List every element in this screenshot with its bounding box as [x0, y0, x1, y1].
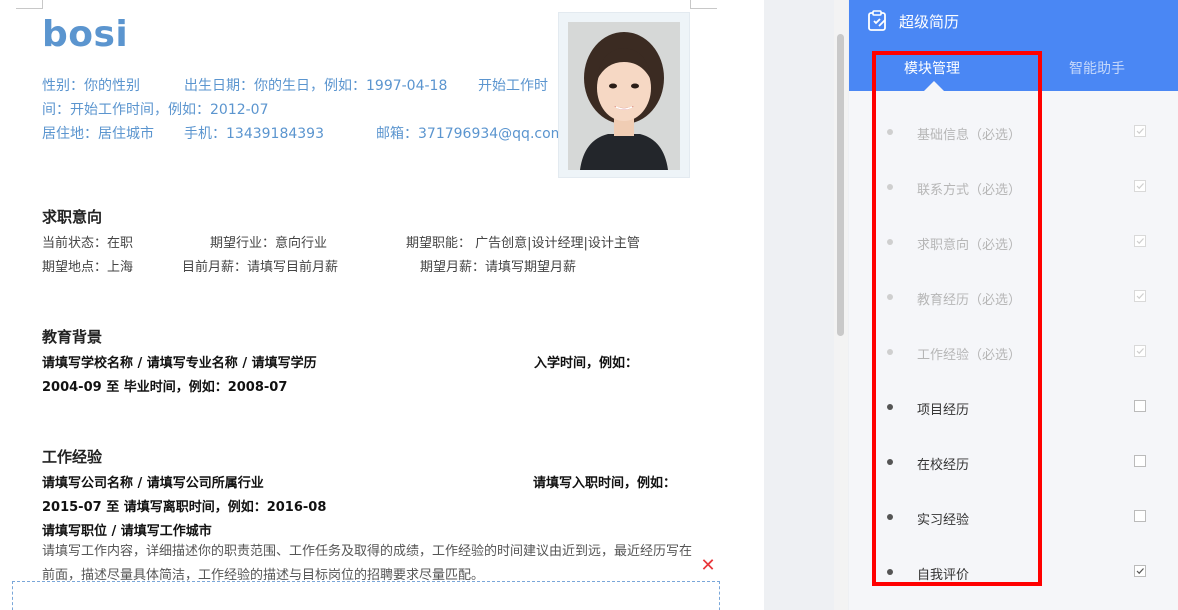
active-tab-indicator: [924, 81, 944, 91]
module-label: 求职意向（必选）: [917, 238, 1022, 253]
module-checkbox-checked-disabled[interactable]: [1134, 180, 1146, 192]
module-label: 联系方式（必选）: [917, 183, 1022, 198]
module-checkbox-unchecked[interactable]: [1134, 510, 1146, 522]
module-checkbox-checked-disabled[interactable]: [1134, 345, 1146, 357]
module-label: 实习经验: [917, 513, 970, 528]
module-item-work-experience[interactable]: 工作经验（必选）: [849, 333, 1178, 373]
module-edit-outline: [12, 581, 720, 610]
super-resume-panel: 超级简历 模块管理 智能助手 基础信息（必选） 联系方式（必选） 求职意向（必选…: [849, 0, 1178, 610]
module-checkbox-checked-disabled[interactable]: [1134, 290, 1146, 302]
expected-function-field[interactable]: 期望职能： 广告创意|设计经理|设计主管: [406, 232, 640, 251]
module-label: 教育经历（必选）: [917, 293, 1022, 308]
scrollbar-thumb[interactable]: [837, 34, 844, 336]
bullet-icon: [887, 404, 893, 410]
module-item-projects[interactable]: 项目经历: [849, 388, 1178, 428]
module-checkbox-unchecked[interactable]: [1134, 455, 1146, 467]
current-status-field[interactable]: 当前状态：在职: [42, 232, 133, 251]
check-icon: [1136, 128, 1144, 135]
work-company-field[interactable]: 请填写公司名称 / 请填写公司所属行业: [42, 472, 264, 491]
bullet-icon: [887, 349, 893, 355]
delete-module-icon[interactable]: ✕: [699, 557, 717, 575]
phone-field[interactable]: 手机：13439184393: [184, 123, 324, 143]
panel-title: 超级简历: [899, 13, 960, 31]
profile-photo[interactable]: [568, 22, 680, 170]
education-start-field[interactable]: 入学时间，例如：: [534, 352, 638, 371]
education-dates-field[interactable]: 2004-09 至 毕业时间，例如：2008-07: [42, 376, 287, 395]
check-icon: [1136, 238, 1144, 245]
canvas-gutter: [764, 0, 834, 610]
module-label: 在校经历: [917, 458, 970, 473]
module-checkbox-unchecked[interactable]: [1134, 400, 1146, 412]
module-item-basic-info[interactable]: 基础信息（必选）: [849, 113, 1178, 153]
residence-field[interactable]: 居住地：居住城市: [42, 123, 154, 143]
current-salary-field[interactable]: 目前月薪：请填写目前月薪: [182, 256, 338, 275]
bullet-icon: [887, 129, 893, 135]
tab-smart-assistant[interactable]: 智能助手: [1069, 58, 1125, 78]
module-item-job-intent[interactable]: 求职意向（必选）: [849, 223, 1178, 263]
module-item-campus[interactable]: 在校经历: [849, 443, 1178, 483]
gender-field[interactable]: 性别：你的性别: [42, 75, 140, 95]
work-start-field[interactable]: 请填写入职时间，例如：: [533, 472, 676, 491]
page-corner-mark: [690, 0, 717, 9]
birth-date-field[interactable]: 出生日期：你的生日，例如：1997-04-18: [184, 75, 447, 95]
module-label: 项目经历: [917, 403, 970, 418]
section-title-work[interactable]: 工作经验: [42, 446, 102, 467]
work-position-field[interactable]: 请填写职位 / 请填写工作城市: [42, 520, 212, 539]
tab-module-management[interactable]: 模块管理: [904, 58, 960, 78]
bullet-icon: [887, 239, 893, 245]
expected-salary-field[interactable]: 期望月薪：请填写期望月薪: [420, 256, 576, 275]
email-field[interactable]: 邮箱：371796934@qq.com: [376, 123, 564, 143]
panel-header: 超级简历 模块管理 智能助手: [849, 0, 1178, 91]
bullet-icon: [887, 184, 893, 190]
expected-location-field[interactable]: 期望地点：上海: [42, 256, 133, 275]
resume-page: bosi 性别：你的性别 出生日期：你的生日，例如：1997-04-18 开始工…: [0, 0, 764, 610]
work-start-field-continued[interactable]: 间：开始工作时间，例如：2012-07: [42, 99, 269, 119]
check-icon: [1136, 183, 1144, 190]
section-title-job-intent[interactable]: 求职意向: [42, 206, 102, 227]
module-checkbox-checked-disabled[interactable]: [1134, 125, 1146, 137]
module-label: 基础信息（必选）: [917, 128, 1022, 143]
profile-photo-frame[interactable]: [558, 12, 690, 178]
expected-industry-field[interactable]: 期望行业：意向行业: [210, 232, 327, 251]
module-checkbox-checked[interactable]: [1134, 565, 1146, 577]
check-icon: [1136, 568, 1144, 575]
module-item-internship[interactable]: 实习经验: [849, 498, 1178, 538]
module-item-self-evaluation[interactable]: 自我评价: [849, 553, 1178, 593]
check-icon: [1136, 348, 1144, 355]
resume-clipboard-icon: [868, 10, 886, 31]
module-item-education[interactable]: 教育经历（必选）: [849, 278, 1178, 318]
module-label: 自我评价: [917, 568, 970, 583]
module-checkbox-checked-disabled[interactable]: [1134, 235, 1146, 247]
module-label: 工作经验（必选）: [917, 348, 1022, 363]
bullet-icon: [887, 459, 893, 465]
section-title-education[interactable]: 教育背景: [42, 326, 102, 347]
module-item-contact[interactable]: 联系方式（必选）: [849, 168, 1178, 208]
education-school-field[interactable]: 请填写学校名称 / 请填写专业名称 / 请填写学历: [42, 352, 317, 371]
work-dates-field[interactable]: 2015-07 至 请填写离职时间，例如：2016-08: [42, 496, 326, 515]
page-corner-mark: [16, 0, 43, 9]
bullet-icon: [887, 569, 893, 575]
work-start-field[interactable]: 开始工作时: [478, 75, 548, 95]
check-icon: [1136, 293, 1144, 300]
bullet-icon: [887, 514, 893, 520]
resume-name[interactable]: bosi: [42, 14, 128, 55]
bullet-icon: [887, 294, 893, 300]
